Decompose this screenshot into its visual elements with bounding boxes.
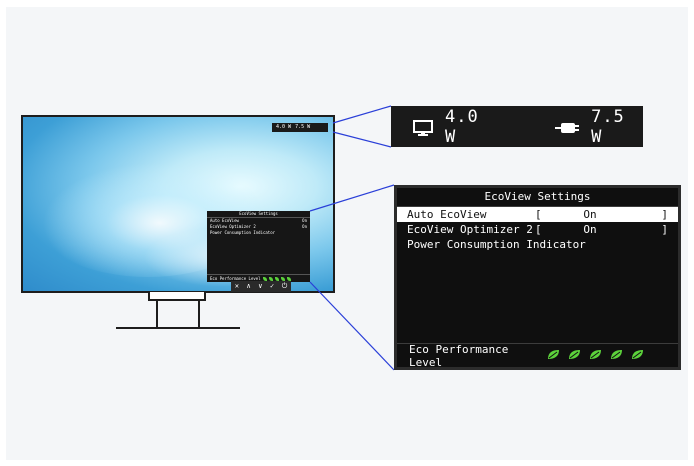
eco-performance-level: Eco Performance Level — [397, 342, 678, 369]
menu-item-ecoview-optimizer[interactable]: EcoView Optimizer 2 [ On ] — [397, 222, 678, 237]
menu-item-value: On — [583, 223, 597, 236]
monitor-power-value: 4.0 W — [445, 106, 479, 147]
menu-item-auto-ecoview[interactable]: Auto EcoView [ On ] — [397, 207, 678, 222]
total-power-value: 7.5 W — [591, 106, 625, 147]
monitor-icon — [413, 119, 433, 136]
menu-item-label: EcoView Optimizer 2 — [407, 223, 533, 236]
ecoview-settings-menu: EcoView Settings Auto EcoView [ On ] Eco… — [394, 185, 681, 370]
menu-item-power-consumption-indicator[interactable]: Power Consumption Indicator — [397, 237, 678, 252]
bracket-open: [ — [535, 208, 542, 221]
bracket-open: [ — [535, 223, 542, 236]
plug-icon — [555, 120, 580, 134]
bracket-close: ] — [661, 208, 668, 221]
menu-item-label: Auto EcoView — [407, 208, 487, 221]
menu-title: EcoView Settings — [397, 188, 678, 207]
monitor-power: 4.0 W — [391, 107, 497, 147]
leaf-icon — [610, 349, 623, 360]
leaf-icon — [568, 349, 581, 360]
eco-performance-label: Eco Performance Level — [409, 342, 509, 369]
callout-line — [332, 105, 392, 124]
callout-line — [309, 281, 395, 371]
leaf-icon — [631, 349, 644, 360]
leaf-icon — [547, 349, 560, 360]
callout-line — [309, 184, 395, 212]
power-consumption-indicator: 4.0 W 7.5 W — [391, 106, 643, 147]
callout-line — [332, 131, 392, 148]
menu-item-label: Power Consumption Indicator — [407, 238, 586, 251]
total-power: 7.5 W — [533, 107, 643, 147]
leaf-icon — [589, 349, 602, 360]
eco-leaves — [547, 349, 652, 363]
menu-item-value: On — [583, 208, 597, 221]
bracket-close: ] — [661, 223, 668, 236]
